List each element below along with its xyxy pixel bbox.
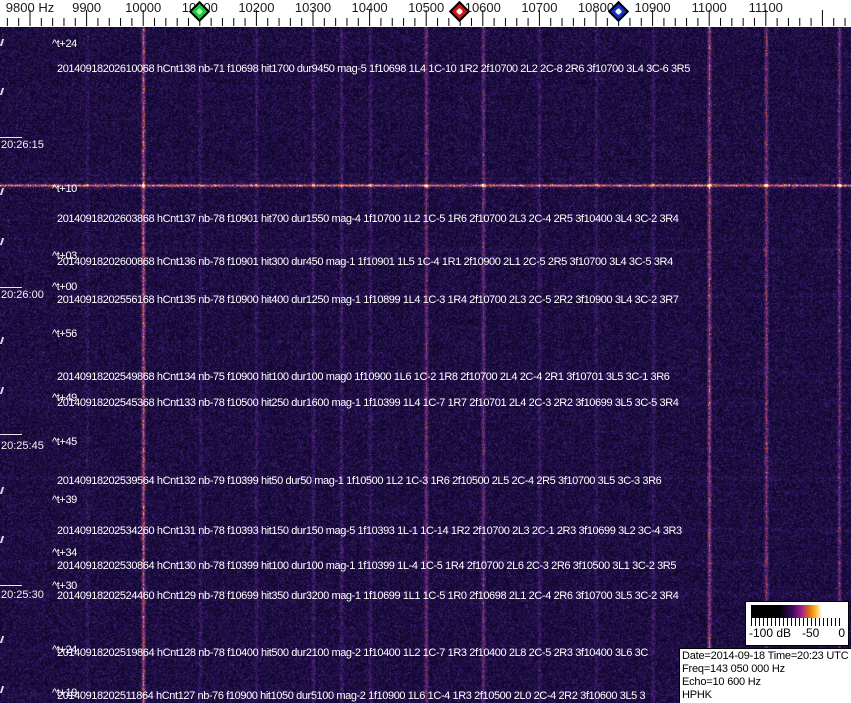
db-scale-labels: -100 dB -50 0: [746, 626, 848, 641]
detection-log-line: 20140918202539564 hCnt132 nb-79 f10399 h…: [57, 475, 661, 487]
freq-tick-label: 9800 Hz: [6, 0, 54, 15]
db-scale-ticks: [751, 618, 843, 626]
time-tick-line: [0, 287, 22, 288]
info-echo-frequency: Echo=10 600 Hz: [682, 676, 851, 689]
detection-log-line: 20140918202534260 hCnt131 nb-78 f10393 h…: [57, 525, 682, 537]
event-time-offset-label: ^t+00: [52, 281, 77, 293]
freq-tick-label: 10300: [295, 0, 331, 15]
detection-log-line: 20140918202603868 hCnt137 nb-78 f10901 h…: [57, 213, 679, 225]
time-tick-line: [0, 585, 22, 586]
freq-tick-label: 10900: [635, 0, 671, 15]
freq-tick-label: 11100: [749, 0, 783, 15]
event-time-offset-label: ^t+10: [52, 183, 77, 195]
db-mid-label: -50: [802, 626, 819, 640]
time-axis-label: 20:25:45: [1, 440, 44, 452]
freq-tick-label: 10400: [352, 0, 388, 15]
blue-diamond-marker-center: [615, 8, 622, 15]
green-diamond-marker-center: [196, 8, 203, 15]
detection-log-line: 20140918202530864 hCnt130 nb-78 f10399 h…: [57, 560, 676, 572]
detection-log-line: 20140918202549868 hCnt134 nb-75 f10900 h…: [57, 371, 670, 383]
freq-tick-label: 9900: [72, 0, 101, 15]
event-time-offset-label: ^t+24: [52, 38, 77, 50]
detection-log-line: 20140918202545368 hCnt133 nb-78 f10500 h…: [57, 397, 679, 409]
freq-tick-label: 10500: [408, 0, 444, 15]
event-time-offset-label: ^t+45: [52, 436, 77, 448]
red-diamond-marker-center: [456, 8, 463, 15]
time-tick-line: [0, 137, 22, 138]
meteor-echo-spectrogram-window: 9800 Hz990010000101001020010300104001050…: [0, 0, 851, 703]
info-date-time: Date=2014-09-18 Time=20:23 UTC: [682, 650, 851, 663]
event-time-offset-label: ^t+39: [52, 494, 77, 506]
time-axis-label: 20:25:30: [1, 589, 44, 601]
frequency-ruler: 9800 Hz990010000101001020010300104001050…: [0, 0, 851, 27]
info-station-id: HPHK: [682, 689, 851, 702]
time-axis-label: 20:26:15: [1, 139, 44, 151]
event-time-offset-label: ^t+34: [52, 547, 77, 559]
detection-log-line: 20140918202519864 hCnt128 nb-78 f10400 h…: [57, 647, 648, 659]
freq-tick-label: 10600: [465, 0, 501, 15]
time-axis-label: 20:26:00: [1, 289, 44, 301]
detection-log-line: 20140918202610068 hCnt138 nb-71 f10698 h…: [57, 63, 690, 75]
db-color-scale: -100 dB -50 0: [745, 601, 849, 646]
info-frequency: Freq=143 050 000 Hz: [682, 663, 851, 676]
freq-tick-label: 10000: [125, 0, 161, 15]
time-tick-line: [0, 434, 22, 435]
detection-log-line: 20140918202511864 hCnt127 nb-76 f10900 h…: [57, 690, 645, 702]
event-time-offset-label: ^t+56: [52, 328, 77, 340]
detection-log-line: 20140918202524460 hCnt129 nb-78 f10699 h…: [57, 590, 679, 602]
freq-tick-label: 10700: [521, 0, 557, 15]
detection-log-line: 20140918202600868 hCnt136 nb-78 f10901 h…: [57, 256, 673, 268]
db-gradient-bar: [751, 605, 843, 618]
freq-tick-label: 11000: [692, 0, 727, 15]
db-max-label: 0: [838, 626, 845, 640]
db-min-label: -100 dB: [749, 626, 791, 640]
freq-tick-label: 10200: [238, 0, 274, 15]
status-info-box: Date=2014-09-18 Time=20:23 UTC Freq=143 …: [679, 648, 851, 703]
detection-log-line: 20140918202556168 hCnt135 nb-78 f10900 h…: [57, 294, 679, 306]
